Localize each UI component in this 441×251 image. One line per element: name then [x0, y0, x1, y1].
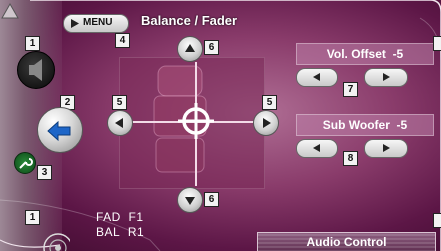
audio-control-button[interactable]: Audio Control	[257, 232, 436, 251]
callout-5-left: 5	[112, 95, 127, 110]
balance-left-button[interactable]	[107, 110, 133, 136]
balance-status-value: R1	[127, 225, 145, 239]
sub-woofer-value: -5	[396, 118, 408, 132]
volume-knob-icon[interactable]	[30, 226, 70, 251]
callout-1-bottom: 1	[25, 210, 40, 225]
down-arrow-icon	[185, 197, 195, 205]
balance-status-label: BAL	[96, 225, 121, 239]
fader-front-button[interactable]	[177, 36, 203, 62]
balance-status: BAL R1	[96, 225, 144, 239]
sub-woofer-up-button[interactable]	[364, 139, 408, 158]
up-arrow-icon	[185, 44, 195, 52]
wrench-icon	[19, 158, 33, 169]
return-icon	[47, 120, 71, 142]
fader-status: FAD F1	[96, 210, 144, 224]
callout-6-top: 6	[204, 40, 219, 55]
callout-3: 3	[37, 165, 52, 180]
sub-woofer-display: Sub Woofer -5	[296, 114, 434, 136]
return-button[interactable]	[37, 107, 83, 153]
callout-7: 7	[343, 82, 358, 97]
balance-right-button[interactable]	[253, 110, 279, 136]
menu-label: MENU	[83, 17, 113, 28]
scroll-up-icon[interactable]	[1, 2, 19, 20]
left-arrow-icon	[115, 118, 123, 128]
setup-button[interactable]	[14, 152, 36, 174]
sub-woofer-label: Sub Woofer	[322, 118, 390, 132]
callout-1-top: 1	[25, 36, 40, 51]
menu-button[interactable]: MENU	[63, 14, 129, 33]
callout-5-right: 5	[262, 95, 277, 110]
sub-woofer-down-button[interactable]	[296, 139, 338, 158]
callout-right-edge-top	[433, 36, 441, 51]
menu-play-icon	[71, 19, 79, 28]
fader-rear-button[interactable]	[177, 187, 203, 213]
speaker-icon	[29, 59, 42, 81]
callout-8: 8	[343, 151, 358, 166]
left-arrow-icon	[313, 144, 320, 152]
balance-fader-screen: 1 2 3 1 MENU 4 Balance / Fader 6 6 5 5 V…	[0, 0, 441, 251]
vol-offset-down-button[interactable]	[296, 68, 338, 87]
vol-offset-up-button[interactable]	[364, 68, 408, 87]
vol-offset-label: Vol. Offset	[326, 47, 386, 61]
speaker-button[interactable]	[17, 51, 55, 89]
fader-status-label: FAD	[96, 210, 121, 224]
page-title: Balance / Fader	[141, 13, 238, 28]
vol-offset-value: -5	[392, 47, 404, 61]
left-arrow-icon	[313, 73, 320, 81]
fader-status-value: F1	[128, 210, 144, 224]
crosshair-icon[interactable]	[176, 101, 216, 141]
vol-offset-display: Vol. Offset -5	[296, 43, 434, 65]
right-arrow-icon	[263, 118, 271, 128]
right-arrow-icon	[383, 73, 390, 81]
callout-4: 4	[115, 33, 130, 48]
right-arrow-icon	[383, 144, 390, 152]
callout-right-edge-bottom	[433, 213, 441, 228]
callout-6-bottom: 6	[204, 192, 219, 207]
